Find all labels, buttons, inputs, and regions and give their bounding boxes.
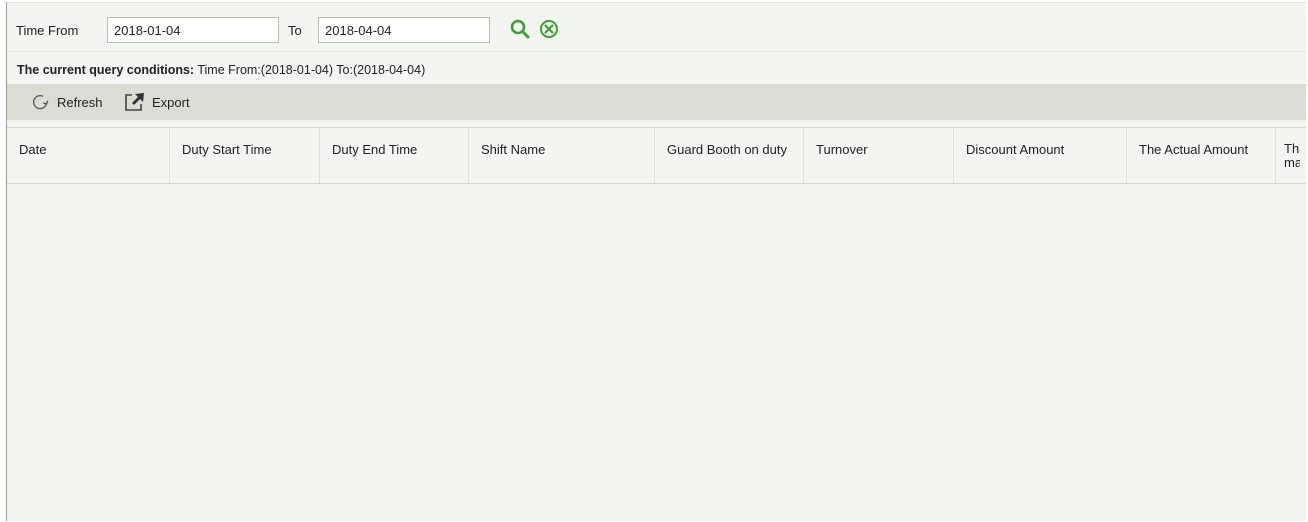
column-header-shift-name[interactable]: Shift Name	[469, 128, 655, 183]
refresh-label: Refresh	[57, 94, 103, 110]
column-header-truncated[interactable]: Th ma	[1276, 128, 1300, 183]
conditions-text: Time From:(2018-01-04) To:(2018-04-04)	[197, 63, 426, 77]
column-header-actual-amount[interactable]: The Actual Amount	[1127, 128, 1276, 183]
column-header-date[interactable]: Date	[7, 128, 170, 183]
conditions-prefix: The current query conditions:	[17, 63, 195, 77]
toolbar: Refresh Export	[7, 84, 1306, 120]
query-bar: Time From To	[7, 3, 1306, 52]
column-header-guard-booth[interactable]: Guard Booth on duty	[655, 128, 804, 183]
clear-icon	[540, 20, 558, 38]
table-header: Date Duty Start Time Duty End Time Shift…	[7, 127, 1306, 184]
column-header-duty-end-time[interactable]: Duty End Time	[320, 128, 469, 183]
time-from-label: Time From	[16, 23, 79, 38]
refresh-icon	[33, 95, 49, 110]
column-header-turnover[interactable]: Turnover	[804, 128, 954, 183]
table-body	[7, 183, 1306, 522]
refresh-button[interactable]: Refresh	[31, 84, 103, 120]
search-button[interactable]	[509, 18, 531, 40]
time-to-input[interactable]	[318, 17, 490, 43]
clear-button[interactable]	[538, 18, 560, 40]
column-header-discount-amount[interactable]: Discount Amount	[954, 128, 1127, 183]
time-from-input[interactable]	[107, 17, 279, 43]
query-conditions: The current query conditions: Time From:…	[17, 63, 425, 77]
export-icon	[125, 93, 144, 111]
search-icon	[510, 19, 530, 39]
column-header-duty-start-time[interactable]: Duty Start Time	[170, 128, 320, 183]
export-label: Export	[152, 94, 190, 110]
to-label: To	[288, 23, 302, 38]
report-panel: Time From To The current query condition…	[6, 2, 1306, 521]
export-button[interactable]: Export	[124, 84, 190, 120]
